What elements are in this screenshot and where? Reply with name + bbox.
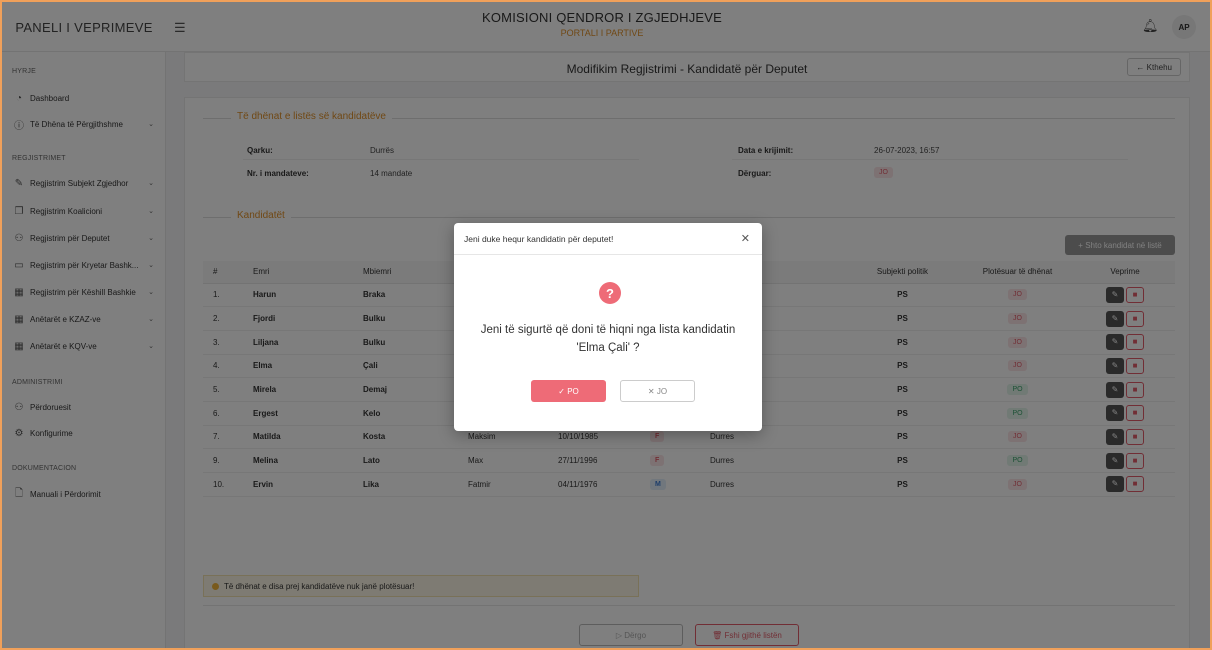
yes-label: PO: [567, 386, 579, 396]
confirm-remove-dialog: Jeni duke hequr kandidatin për deputet! …: [454, 223, 762, 431]
question-icon: ?: [599, 282, 621, 304]
dialog-title: Jeni duke hequr kandidatin për deputet!: [464, 234, 614, 244]
close-icon: ✕: [647, 386, 657, 396]
close-icon[interactable]: ✕: [741, 232, 750, 245]
confirm-yes-button[interactable]: ✓ PO: [531, 380, 606, 402]
app-window: PANELI I VEPRIMEVE ☰ KOMISIONI QENDROR I…: [0, 0, 1212, 650]
check-icon: ✓: [558, 386, 568, 396]
dialog-header: Jeni duke hequr kandidatin për deputet! …: [454, 223, 762, 255]
no-label: JO: [656, 386, 668, 396]
dialog-message: Jeni të sigurtë që doni të hiqni nga lis…: [480, 324, 736, 354]
confirm-no-button[interactable]: ✕ JO: [620, 380, 695, 402]
